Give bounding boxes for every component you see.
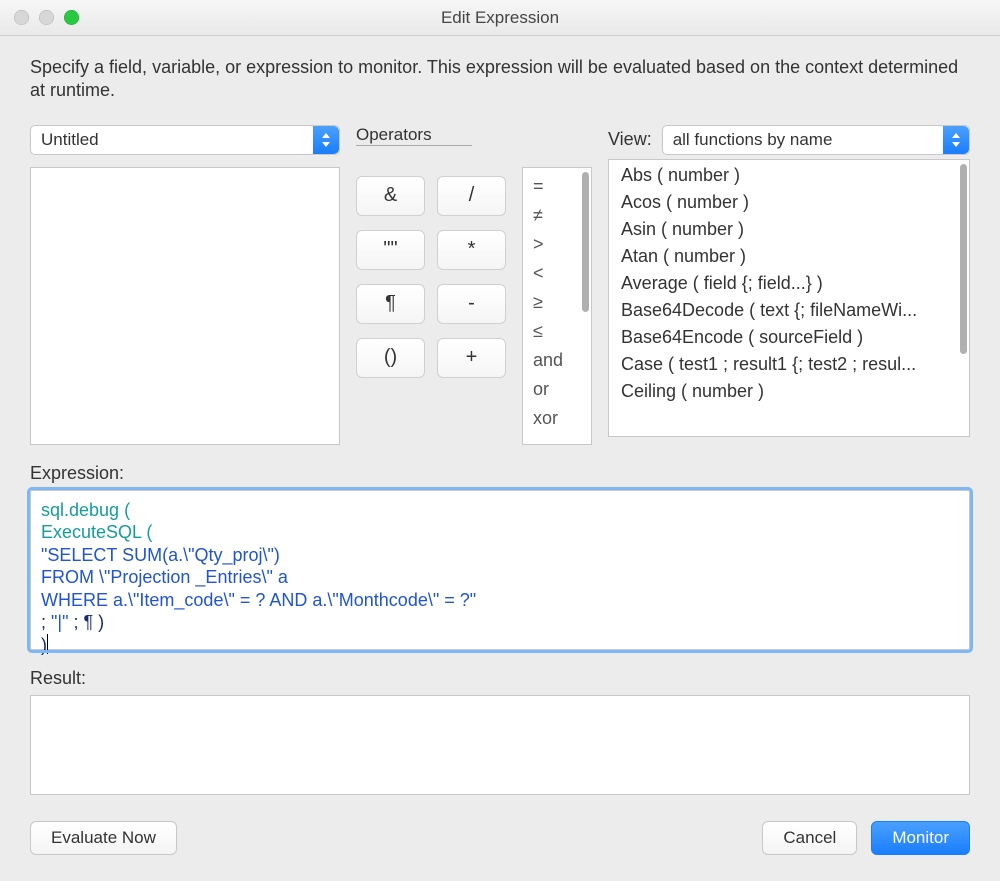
function-item[interactable]: Base64Encode ( sourceField ) <box>609 324 969 351</box>
function-item[interactable]: Case ( test1 ; result1 {; test2 ; resul.… <box>609 351 969 378</box>
function-list[interactable]: Abs ( number )Acos ( number )Asin ( numb… <box>608 159 970 437</box>
function-item[interactable]: Acos ( number ) <box>609 189 969 216</box>
operator-button[interactable]: & <box>356 176 425 216</box>
operator-grid: &/ "" * ¶-() + <box>356 176 506 378</box>
dropdown-arrows-icon <box>943 126 969 154</box>
comparator-item[interactable]: ≥ <box>523 288 591 317</box>
monitor-button[interactable]: Monitor <box>871 821 970 855</box>
function-item[interactable]: Abs ( number ) <box>609 162 969 189</box>
view-select[interactable]: all functions by name <box>662 125 970 155</box>
operator-button[interactable]: / <box>437 176 506 216</box>
source-select[interactable]: Untitled <box>30 125 340 155</box>
comparator-item[interactable]: xor <box>523 404 591 433</box>
operator-button[interactable]: "" <box>356 230 425 270</box>
view-select-value: all functions by name <box>673 130 833 150</box>
comparator-item[interactable]: = <box>523 172 591 201</box>
intro-text: Specify a field, variable, or expression… <box>30 56 970 103</box>
evaluate-now-button[interactable]: Evaluate Now <box>30 821 177 855</box>
comparator-item[interactable]: > <box>523 230 591 259</box>
result-textarea <box>30 695 970 795</box>
comparator-item[interactable]: or <box>523 375 591 404</box>
operator-button[interactable]: () <box>356 338 425 378</box>
expression-label: Expression: <box>30 463 970 484</box>
scrollbar-thumb[interactable] <box>960 164 967 354</box>
operator-button[interactable]: * <box>437 230 506 270</box>
operator-button[interactable]: - <box>437 284 506 324</box>
operator-button[interactable]: + <box>437 338 506 378</box>
operator-button[interactable]: ¶ <box>356 284 425 324</box>
comparator-item[interactable]: < <box>523 259 591 288</box>
view-label: View: <box>608 129 652 150</box>
function-item[interactable]: Asin ( number ) <box>609 216 969 243</box>
function-item[interactable]: Base64Decode ( text {; fileNameWi... <box>609 297 969 324</box>
function-item[interactable]: Ceiling ( number ) <box>609 378 969 405</box>
titlebar: Edit Expression <box>0 0 1000 36</box>
source-select-value: Untitled <box>41 130 99 150</box>
scrollbar-thumb[interactable] <box>582 172 589 312</box>
comparator-item[interactable]: and <box>523 346 591 375</box>
function-item[interactable]: Atan ( number ) <box>609 243 969 270</box>
comparator-list[interactable]: =≠><≥≤andorxor <box>522 167 592 445</box>
expression-textarea[interactable]: sql.debug ( ExecuteSQL ( "SELECT SUM(a.\… <box>30 490 970 650</box>
function-item[interactable]: Average ( field {; field...} ) <box>609 270 969 297</box>
window-title: Edit Expression <box>0 8 1000 28</box>
dropdown-arrows-icon <box>313 126 339 154</box>
comparator-item[interactable]: ≠ <box>523 201 591 230</box>
cancel-button[interactable]: Cancel <box>762 821 857 855</box>
field-list-box[interactable] <box>30 167 340 445</box>
operators-label: Operators <box>356 125 472 146</box>
comparator-item[interactable]: ≤ <box>523 317 591 346</box>
result-label: Result: <box>30 668 970 689</box>
text-cursor <box>47 634 48 654</box>
